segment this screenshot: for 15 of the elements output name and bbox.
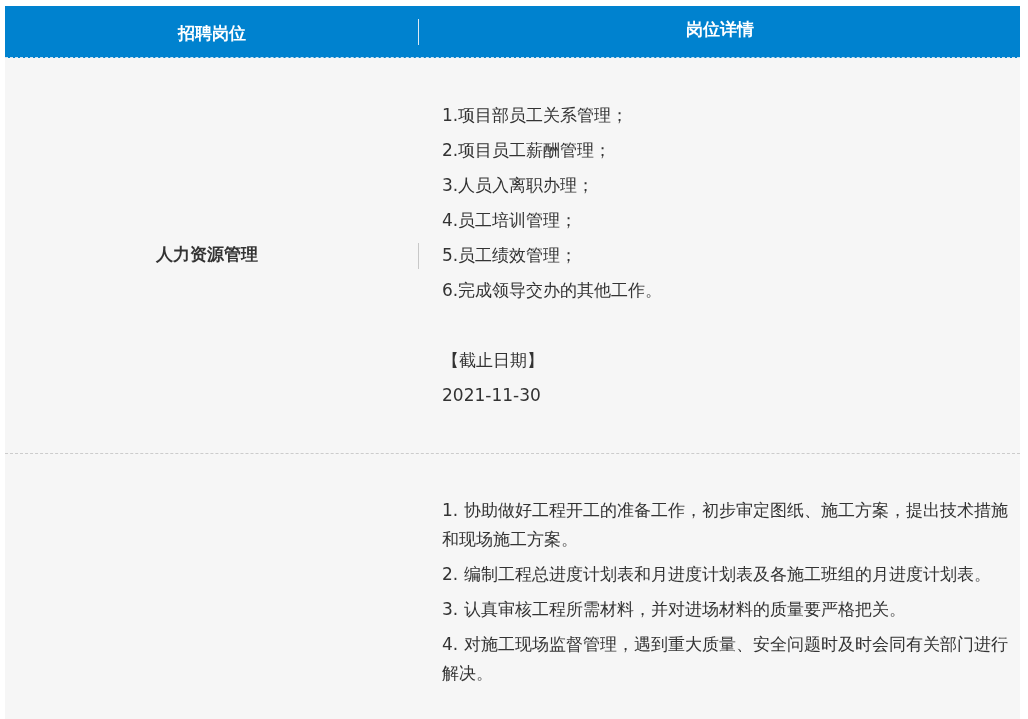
deadline-date: 2021-11-30 <box>442 384 541 407</box>
position-title: 人力资源管理 <box>155 242 259 266</box>
duty-item: 1. 协助做好工程开工的准备工作，初步审定图纸、施工方案，提出技术措施和现场施工方案。 <box>442 499 1008 551</box>
column-header: 招聘岗位 <box>176 21 247 45</box>
duty-item: 1.项目部员工关系管理； <box>442 104 629 127</box>
duty-item: 2.项目员工薪酬管理； <box>442 139 612 162</box>
deadline-label: 【截止日期】 <box>442 349 544 372</box>
duty-item: 2. 编制工程总进度计划表和月进度计划表及各施工班组的月进度计划表。 <box>442 563 992 586</box>
duty-item: 3.人员入离职办理； <box>442 174 595 197</box>
duty-item: 6.完成领导交办的其他工作。 <box>442 279 663 302</box>
duty-item: 4. 对施工现场监督管理，遇到重大质量、安全问题时及时会同有关部门进行解决。 <box>442 633 1008 685</box>
duty-item: 3. 认真审核工程所需材料，并对进场材料的质量要严格把关。 <box>442 598 907 621</box>
duty-item: 5.员工绩效管理； <box>442 244 578 267</box>
duty-item: 4.员工培训管理； <box>442 209 578 232</box>
column-header: 岗位详情 <box>684 17 755 41</box>
